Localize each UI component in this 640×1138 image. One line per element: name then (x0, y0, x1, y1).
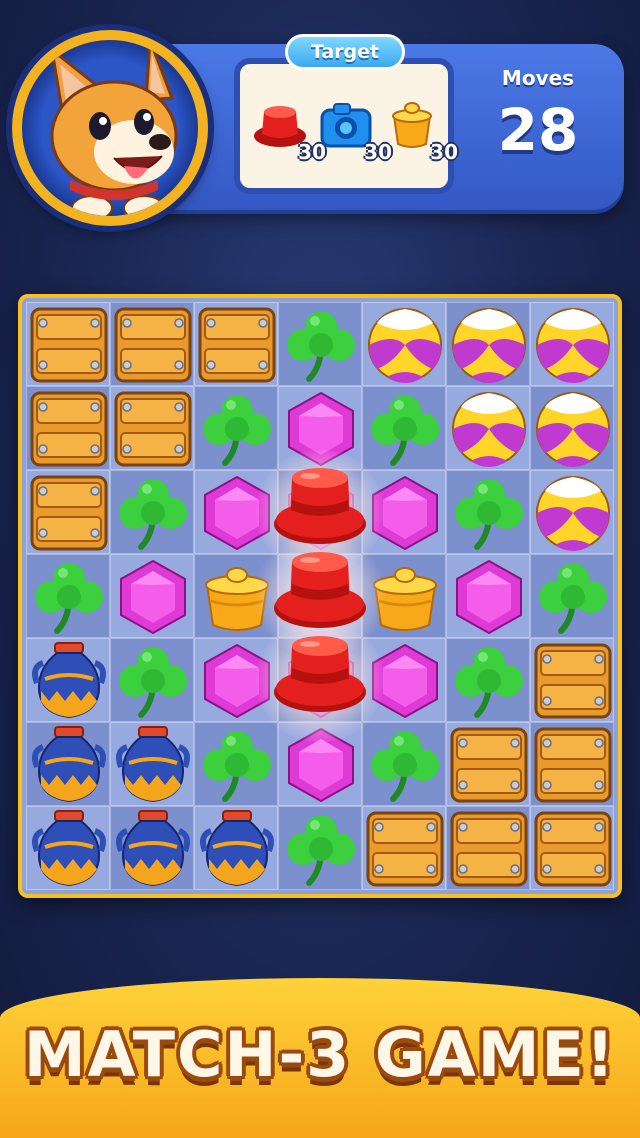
crate-tile-icon[interactable] (531, 807, 615, 891)
vase-tile-icon[interactable] (195, 807, 279, 891)
board-cell[interactable] (278, 806, 362, 890)
board-cell[interactable] (194, 722, 278, 806)
ball-tile-icon[interactable] (363, 303, 447, 387)
clover-tile-icon[interactable] (27, 555, 111, 639)
vase-tile-icon[interactable] (111, 807, 195, 891)
dog-avatar[interactable] (12, 30, 208, 226)
vase-tile-icon[interactable] (27, 807, 111, 891)
board-cell[interactable] (26, 806, 110, 890)
crate-tile-icon[interactable] (27, 303, 111, 387)
crate-tile-icon[interactable] (111, 387, 195, 471)
moves-counter: 28 (497, 96, 579, 164)
board-cell[interactable] (110, 386, 194, 470)
crate-tile-icon[interactable] (447, 807, 531, 891)
board-cell[interactable] (26, 386, 110, 470)
crate-tile-icon[interactable] (195, 303, 279, 387)
crate-tile-icon[interactable] (27, 471, 111, 555)
crate-tile-icon[interactable] (27, 387, 111, 471)
board-cell[interactable] (446, 638, 530, 722)
ball-tile-icon[interactable] (531, 303, 615, 387)
board-cell[interactable] (26, 638, 110, 722)
board-cell[interactable] (362, 806, 446, 890)
board-cell[interactable] (446, 554, 530, 638)
ball-tile-icon[interactable] (531, 471, 615, 555)
clover-tile-icon[interactable] (447, 471, 531, 555)
board-cell[interactable] (110, 554, 194, 638)
board-cell[interactable] (194, 806, 278, 890)
board-cell[interactable] (26, 554, 110, 638)
crate-tile-icon[interactable] (363, 807, 447, 891)
moves-label: Moves (501, 66, 575, 90)
gem-tile-icon[interactable] (111, 555, 195, 639)
board-cell[interactable] (26, 470, 110, 554)
board-cell[interactable] (530, 806, 614, 890)
target-yellow-pot: 30 (384, 100, 458, 164)
board-cell[interactable] (362, 302, 446, 386)
gem-tile-icon[interactable] (447, 555, 531, 639)
clover-tile-icon[interactable] (195, 723, 279, 807)
board-cell[interactable] (362, 386, 446, 470)
vase-tile-icon[interactable] (111, 723, 195, 807)
target-blue-camera: 30 (318, 100, 392, 164)
ball-tile-icon[interactable] (447, 387, 531, 471)
board-cell[interactable] (530, 722, 614, 806)
board-cell[interactable] (26, 302, 110, 386)
board-cell[interactable] (26, 722, 110, 806)
board-cell[interactable] (194, 302, 278, 386)
board-cell[interactable] (194, 386, 278, 470)
board-cell[interactable] (530, 470, 614, 554)
clover-tile-icon[interactable] (111, 471, 195, 555)
clover-tile-icon[interactable] (111, 639, 195, 723)
target-label: Target (285, 34, 405, 70)
board-cell[interactable] (110, 722, 194, 806)
crate-tile-icon[interactable] (447, 723, 531, 807)
target-red-hat: 30 (252, 100, 326, 164)
ball-tile-icon[interactable] (447, 303, 531, 387)
clover-tile-icon[interactable] (195, 387, 279, 471)
board-cell[interactable] (530, 638, 614, 722)
vase-tile-icon[interactable] (27, 723, 111, 807)
clover-tile-icon[interactable] (447, 639, 531, 723)
clover-tile-icon[interactable] (363, 723, 447, 807)
board-cell[interactable] (110, 806, 194, 890)
board-cell[interactable] (446, 302, 530, 386)
crate-tile-icon[interactable] (531, 723, 615, 807)
board-cell[interactable] (446, 722, 530, 806)
clover-tile-icon[interactable] (531, 555, 615, 639)
board-cell[interactable] (362, 722, 446, 806)
board-cell[interactable] (446, 470, 530, 554)
game-board[interactable] (18, 294, 622, 898)
board-cell[interactable] (530, 554, 614, 638)
target-count-pot: 30 (430, 140, 458, 164)
crate-tile-icon[interactable] (111, 303, 195, 387)
board-cell[interactable] (278, 302, 362, 386)
board-cell[interactable] (530, 386, 614, 470)
game-title: MATCH-3 GAME! (23, 1018, 617, 1091)
board-cell[interactable] (446, 806, 530, 890)
vase-tile-icon[interactable] (27, 639, 111, 723)
clover-tile-icon[interactable] (363, 387, 447, 471)
red-hat-tile-icon[interactable] (270, 624, 370, 724)
ball-tile-icon[interactable] (531, 387, 615, 471)
clover-tile-icon[interactable] (279, 807, 363, 891)
board-cell[interactable] (446, 386, 530, 470)
board-cell[interactable] (110, 302, 194, 386)
clover-tile-icon[interactable] (279, 303, 363, 387)
board-cell[interactable] (110, 470, 194, 554)
corgi-icon (49, 40, 178, 216)
board-cell[interactable] (110, 638, 194, 722)
crate-tile-icon[interactable] (531, 639, 615, 723)
board-cell[interactable] (530, 302, 614, 386)
